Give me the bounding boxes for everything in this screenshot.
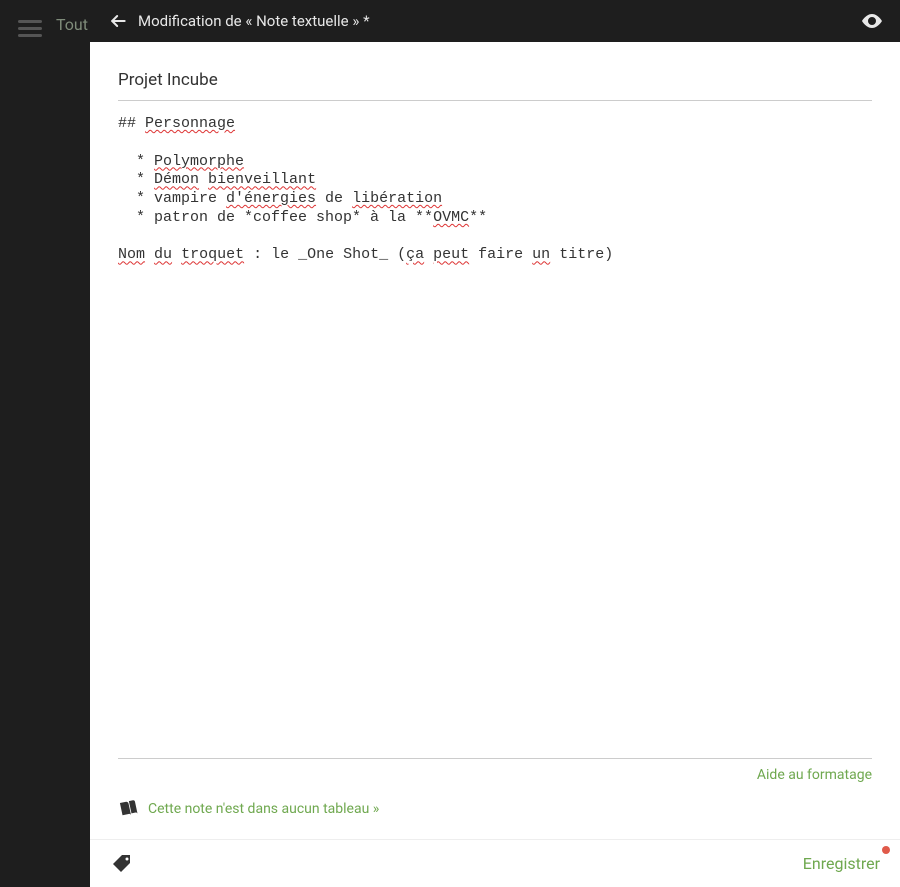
sidebar-all-label[interactable]: Tout [56, 15, 88, 34]
board-link[interactable]: Cette note n'est dans aucun tableau » [148, 801, 379, 817]
editor-panel: Modification de « Note textuelle » * ## … [90, 0, 900, 887]
sidebar: Tout [0, 0, 90, 887]
formatting-help-link[interactable]: Aide au formatage [118, 759, 872, 795]
note-body-input[interactable]: ## Personnage * Polymorphe * Démon bienv… [118, 101, 872, 759]
board-row: Cette note n'est dans aucun tableau » [118, 795, 872, 839]
save-label: Enregistrer [803, 854, 880, 873]
back-button[interactable] [104, 7, 132, 35]
tag-button[interactable] [108, 850, 136, 878]
save-button[interactable]: Enregistrer [801, 850, 882, 877]
eye-icon [860, 9, 884, 33]
preview-button[interactable] [858, 7, 886, 35]
tag-icon [110, 852, 134, 876]
page-title: Modification de « Note textuelle » * [138, 12, 858, 30]
arrow-left-icon [108, 11, 128, 31]
footer: Enregistrer [90, 839, 900, 887]
note-title-input[interactable] [118, 60, 872, 101]
topbar: Modification de « Note textuelle » * [90, 0, 900, 42]
content-area: ## Personnage * Polymorphe * Démon bienv… [90, 42, 900, 839]
unsaved-indicator [882, 846, 890, 854]
book-icon [118, 799, 138, 819]
menu-icon[interactable] [18, 16, 42, 40]
